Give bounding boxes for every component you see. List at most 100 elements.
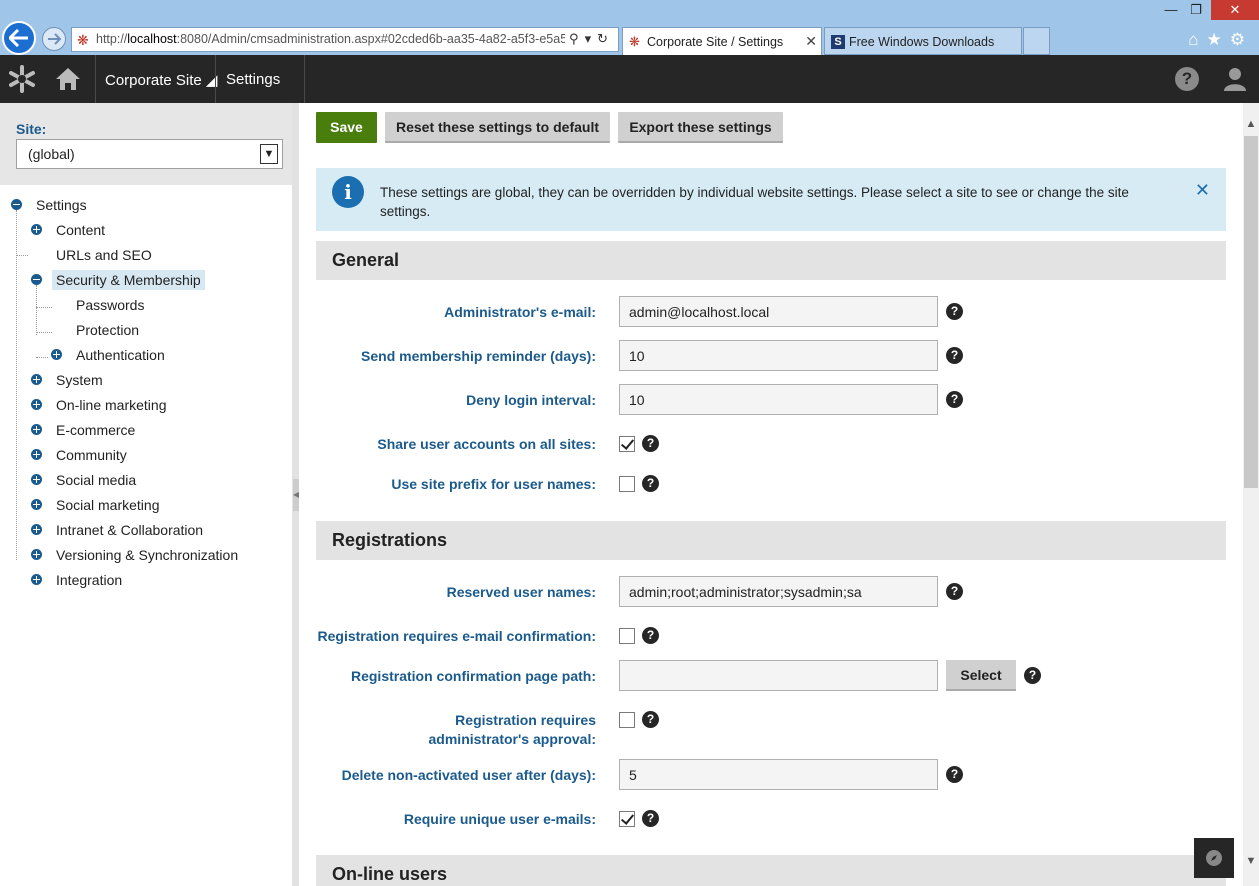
expand-icon[interactable] — [31, 224, 42, 235]
expand-icon[interactable] — [31, 424, 42, 435]
forward-button[interactable] — [42, 27, 66, 51]
expand-icon[interactable] — [31, 499, 42, 510]
gear-icon[interactable]: ⚙ — [1230, 30, 1253, 49]
refresh-icon[interactable]: ↻ — [597, 31, 614, 46]
delete-nonactivated-label: Delete non-activated user after (days): — [341, 767, 596, 783]
reserved-names-input[interactable]: admin;root;administrator;sysadmin;sa — [619, 576, 938, 607]
tree-item[interactable]: URLs and SEO — [0, 245, 292, 270]
email-confirmation-checkbox[interactable] — [619, 628, 635, 644]
window-close-button[interactable]: ✕ — [1211, 0, 1259, 20]
tree-item[interactable]: Integration — [0, 570, 292, 595]
kentico-favicon-icon: ❋ — [77, 32, 89, 48]
collapse-icon[interactable] — [11, 199, 22, 210]
tree-item[interactable]: Social media — [0, 470, 292, 495]
home-icon[interactable]: ⌂ — [1188, 30, 1206, 49]
share-accounts-label: Share user accounts on all sites: — [377, 436, 596, 452]
expand-icon[interactable] — [31, 474, 42, 485]
arrow-right-icon — [48, 33, 61, 45]
help-icon[interactable]: ? — [642, 435, 659, 452]
help-icon[interactable]: ? — [946, 391, 963, 408]
tree-item[interactable]: Versioning & Synchronization — [0, 545, 292, 570]
expand-icon[interactable] — [31, 449, 42, 460]
help-icon[interactable]: ? — [946, 303, 963, 320]
search-icon[interactable]: ⚲ — [569, 31, 585, 46]
save-button[interactable]: Save — [316, 112, 377, 143]
tab-free-windows-downloads[interactable]: S Free Windows Downloads — [824, 27, 1022, 55]
tree-item-label: E-commerce — [56, 422, 136, 438]
expand-icon[interactable] — [31, 574, 42, 585]
vertical-scrollbar[interactable]: ▲ ▼ — [1243, 103, 1259, 886]
tree-item[interactable]: E-commerce — [0, 420, 292, 445]
help-icon[interactable]: ? — [642, 711, 659, 728]
current-app-title[interactable]: Settings — [226, 71, 280, 88]
window-restore-button[interactable]: ❐ — [1184, 0, 1208, 20]
share-accounts-checkbox[interactable] — [619, 436, 635, 452]
compass-button[interactable] — [1194, 838, 1234, 878]
expand-icon[interactable] — [31, 374, 42, 385]
expand-icon[interactable] — [51, 349, 62, 360]
window-minimize-button[interactable]: — — [1160, 0, 1182, 20]
help-icon[interactable]: ? — [946, 583, 963, 600]
star-icon[interactable]: ★ — [1207, 30, 1230, 49]
expand-icon[interactable] — [31, 549, 42, 560]
tree-item[interactable]: Content — [0, 220, 292, 245]
tree-item[interactable]: Settings — [0, 195, 292, 220]
chevron-down-icon[interactable]: ▾ — [585, 31, 598, 46]
admin-email-input[interactable]: admin@localhost.local — [619, 296, 938, 327]
tree-item-label: Security & Membership — [52, 270, 205, 290]
admin-email-label: Administrator's e-mail: — [444, 304, 596, 320]
unique-emails-checkbox[interactable] — [619, 811, 635, 827]
home-icon[interactable] — [54, 66, 82, 92]
section-registrations: Registrations — [316, 521, 1226, 560]
tab-corporate-site-settings[interactable]: ❋ Corporate Site / Settings ✕ — [622, 27, 822, 55]
scroll-down-icon[interactable]: ▼ — [1243, 853, 1259, 870]
tree-guide — [16, 210, 17, 560]
tree-item[interactable]: On-line marketing — [0, 395, 292, 420]
tab-close-icon[interactable]: ✕ — [805, 33, 817, 50]
address-actions: ⚲▾↻ — [565, 31, 614, 47]
app-header: Corporate Site ◢ Settings ? — [0, 55, 1259, 103]
help-icon[interactable]: ? — [642, 810, 659, 827]
tree-item[interactable]: Community — [0, 445, 292, 470]
expand-icon[interactable] — [31, 524, 42, 535]
help-icon[interactable]: ? — [1024, 667, 1041, 684]
kentico-logo-icon[interactable] — [6, 64, 38, 94]
site-selector[interactable]: Corporate Site ◢ — [105, 71, 217, 89]
deny-login-input[interactable]: 10 — [619, 384, 938, 415]
admin-approval-label: Registration requires administrator's ap… — [428, 712, 596, 747]
new-tab-button[interactable] — [1023, 27, 1050, 55]
tree-item[interactable]: Intranet & Collaboration — [0, 520, 292, 545]
admin-approval-checkbox[interactable] — [619, 712, 635, 728]
reset-settings-button[interactable]: Reset these settings to default — [385, 112, 610, 143]
browser-chrome: — ❐ ✕ ❋ http://localhost:8080/Admin/cmsa… — [0, 0, 1259, 55]
close-icon[interactable]: ✕ — [1195, 180, 1210, 201]
export-settings-button[interactable]: Export these settings — [618, 112, 783, 143]
help-icon[interactable]: ? — [642, 627, 659, 644]
confirmation-path-input[interactable] — [619, 660, 938, 691]
site-select[interactable]: (global) ▼ — [16, 139, 283, 169]
help-icon[interactable]: ? — [946, 766, 963, 783]
scroll-up-icon[interactable]: ▲ — [1243, 116, 1259, 133]
help-icon[interactable]: ? — [1175, 67, 1199, 91]
collapse-icon[interactable] — [31, 274, 42, 285]
select-page-button[interactable]: Select — [946, 660, 1016, 691]
back-button[interactable] — [2, 21, 36, 55]
tree-item-label: On-line marketing — [56, 397, 167, 413]
help-icon[interactable]: ? — [946, 347, 963, 364]
expand-icon[interactable] — [31, 399, 42, 410]
settings-sidebar: Site: (global) ▼ Settings Content URLs and… — [0, 103, 292, 886]
tree-item[interactable]: Security & Membership — [0, 270, 292, 295]
sidebar-splitter[interactable]: ◀ — [292, 103, 299, 886]
tree-guide — [36, 285, 37, 335]
delete-nonactivated-input[interactable]: 5 — [619, 759, 938, 790]
tree-item-label: URLs and SEO — [56, 247, 152, 263]
membership-reminder-input[interactable]: 10 — [619, 340, 938, 371]
scroll-thumb[interactable] — [1244, 136, 1258, 488]
tree-item[interactable]: System — [0, 370, 292, 395]
site-prefix-checkbox[interactable] — [619, 476, 635, 492]
tree-item[interactable]: Social marketing — [0, 495, 292, 520]
user-avatar-icon[interactable] — [1222, 66, 1248, 92]
address-path: :8080/Admin/cmsadministration.aspx#02cde… — [176, 32, 585, 46]
help-icon[interactable]: ? — [642, 475, 659, 492]
address-bar[interactable]: ❋ http://localhost:8080/Admin/cmsadminis… — [71, 27, 619, 52]
